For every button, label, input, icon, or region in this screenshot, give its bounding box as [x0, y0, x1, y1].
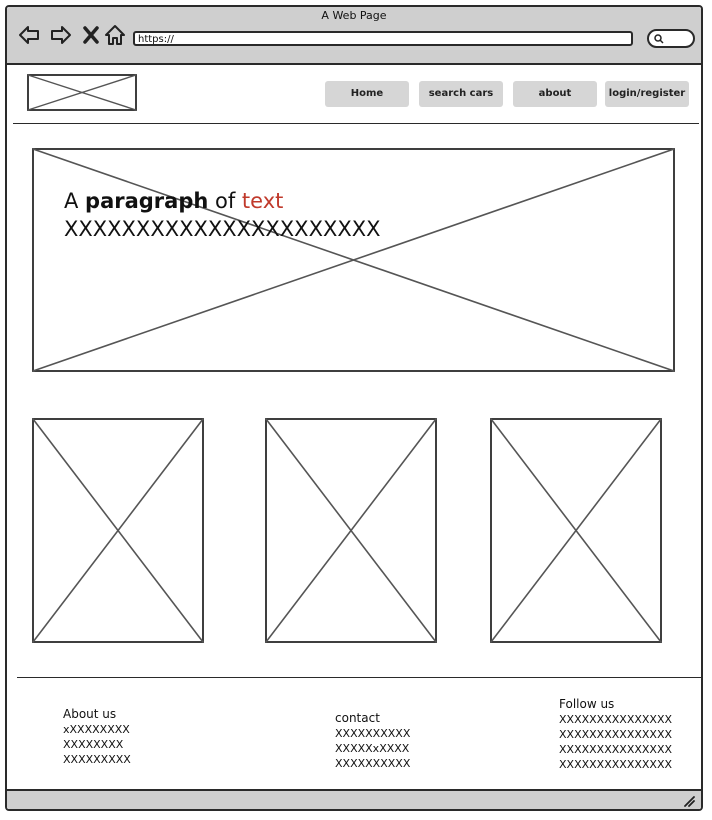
footer-follow-heading: Follow us	[559, 697, 615, 711]
hero-text-red: text	[241, 189, 284, 213]
browser-statusbar	[7, 789, 701, 809]
footer-about-line: XXXXXXXX	[63, 738, 124, 751]
home-icon[interactable]	[103, 23, 127, 47]
footer-about-line: XXXXXXXXX	[63, 753, 131, 766]
card-image-placeholder-3	[490, 418, 662, 643]
footer-follow: Follow us XXXXXXXXXXXXXXX XXXXXXXXXXXXXX…	[559, 697, 672, 772]
menu-home-button[interactable]: Home	[325, 81, 409, 107]
footer-contact: contact XXXXXXXXXX XXXXXxXXXX XXXXXXXXXX	[335, 711, 410, 771]
footer-about: About us xXXXXXXXX XXXXXXXX XXXXXXXXX	[63, 707, 131, 767]
menu-about-button[interactable]: about	[513, 81, 597, 107]
hero-image-placeholder	[32, 148, 675, 372]
browser-window: A Web Page https:// Home search cars abo…	[5, 5, 703, 811]
browser-toolbar: A Web Page https://	[7, 7, 701, 65]
footer-follow-line: XXXXXXXXXXXXXXX	[559, 728, 673, 741]
footer-contact-line: XXXXXXXXXX	[335, 727, 411, 740]
hero-text-line2: XXXXXXXXXXXXXXXXXXXXXX	[64, 217, 381, 241]
footer-divider	[17, 677, 701, 678]
close-icon[interactable]	[79, 23, 103, 47]
footer-about-line: xXXXXXXXX	[63, 723, 130, 736]
menu-search-cars-button[interactable]: search cars	[419, 81, 503, 107]
footer-contact-line: XXXXXXXXXX	[335, 757, 411, 770]
card-image-placeholder-2	[265, 418, 437, 643]
resize-handle-icon[interactable]	[681, 793, 695, 807]
forward-icon[interactable]	[49, 23, 73, 47]
footer-follow-line: XXXXXXXXXXXXXXX	[559, 713, 673, 726]
browser-search-field[interactable]	[647, 29, 695, 48]
window-title: A Web Page	[321, 9, 387, 22]
header-divider	[13, 123, 699, 124]
card-image-placeholder-1	[32, 418, 204, 643]
hero-text-bold: paragraph	[85, 189, 209, 213]
footer-contact-line: XXXXXxXXXX	[335, 742, 410, 755]
menu-login-register-button[interactable]: login/register	[605, 81, 689, 107]
hero-paragraph: A paragraph of text XXXXXXXXXXXXXXXXXXXX…	[64, 187, 381, 243]
footer-follow-line: XXXXXXXXXXXXXXX	[559, 743, 673, 756]
search-icon	[654, 34, 664, 44]
logo-placeholder	[27, 74, 137, 111]
hero-text-a: A	[64, 189, 86, 213]
hero-text-of: of	[208, 189, 242, 213]
back-icon[interactable]	[17, 23, 41, 47]
footer-contact-heading: contact	[335, 711, 380, 725]
footer-follow-line: XXXXXXXXXXXXXXX	[559, 758, 673, 771]
url-input[interactable]: https://	[133, 31, 633, 46]
footer-about-heading: About us	[63, 707, 117, 721]
